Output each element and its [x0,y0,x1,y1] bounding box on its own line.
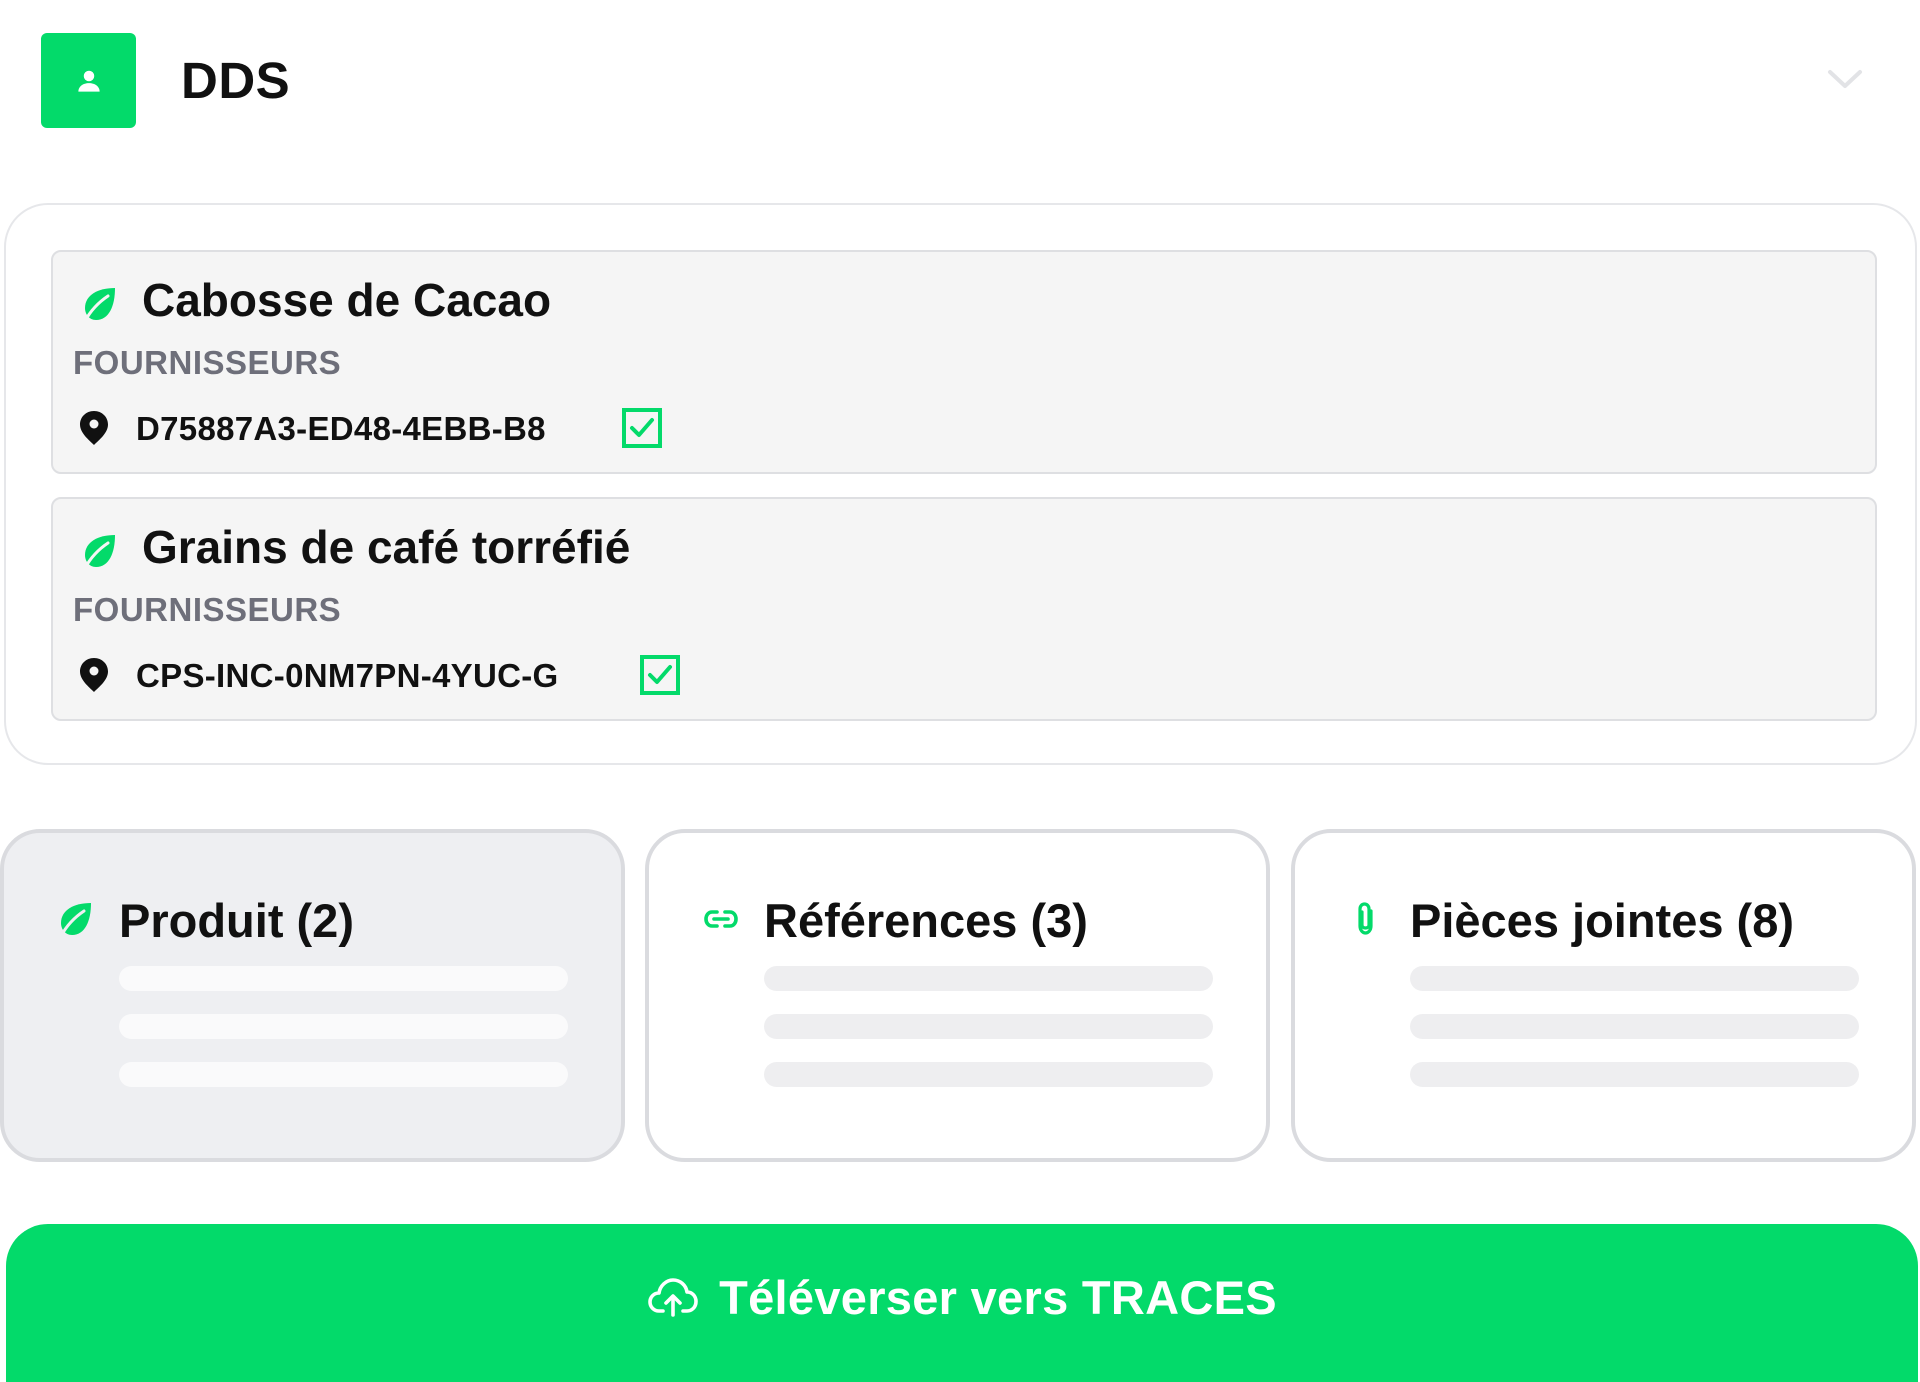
checkbox-checked-icon[interactable] [621,407,663,449]
skeleton-line [119,1062,568,1087]
summary-title: Références (3) [764,894,1088,947]
skeleton-line [1410,966,1859,991]
skeleton-line [1410,1062,1859,1087]
collapse-toggle[interactable] [1826,64,1864,94]
supplier-id: CPS-INC-0NM7PN-4YUC-G [136,657,559,694]
map-pin-icon [80,411,108,445]
summary-card-produit[interactable]: Produit (2) [0,829,625,1162]
leaf-icon [59,903,91,938]
suppliers-label: FOURNISSEURS [73,591,342,628]
skeleton-line [1410,1014,1859,1039]
leaf-icon [83,288,115,323]
map-pin-icon [80,658,108,692]
skeleton-line [764,1014,1213,1039]
chevron-down-icon [1828,70,1862,88]
user-icon [77,70,100,92]
header: DDS [0,0,1920,160]
checkbox-checked-icon[interactable] [639,654,681,696]
summary-card-pieces-jointes[interactable]: Pièces jointes (8) [1291,829,1916,1162]
summary-title: Produit (2) [119,894,354,947]
cloud-upload-icon [648,1278,698,1317]
suppliers-label: FOURNISSEURS [73,344,342,381]
page-title: DDS [181,52,291,109]
skeleton-line [764,1062,1213,1087]
skeleton-line [764,966,1213,991]
skeleton-line [119,1014,568,1039]
skeleton-line [119,966,568,991]
paperclip-icon [1358,902,1373,935]
upload-button-label: Téléverser vers TRACES [719,1270,1277,1324]
summary-title: Pièces jointes (8) [1410,894,1794,947]
product-card[interactable]: Cabosse de Cacao FOURNISSEURS D75887A3-E… [51,250,1877,474]
avatar[interactable] [41,33,136,128]
leaf-icon [83,535,115,570]
products-panel: Cabosse de Cacao FOURNISSEURS D75887A3-E… [4,203,1917,765]
product-name: Cabosse de Cacao [142,274,552,326]
link-icon [704,910,738,928]
upload-to-traces-button[interactable]: Téléverser vers TRACES [6,1224,1918,1382]
supplier-id: D75887A3-ED48-4EBB-B8 [136,410,546,447]
summary-card-references[interactable]: Références (3) [645,829,1270,1162]
product-name: Grains de café torréfié [142,521,631,573]
upload-button-content: Téléverser vers TRACES [647,1270,1277,1325]
product-card[interactable]: Grains de café torréfié FOURNISSEURS CPS… [51,497,1877,721]
